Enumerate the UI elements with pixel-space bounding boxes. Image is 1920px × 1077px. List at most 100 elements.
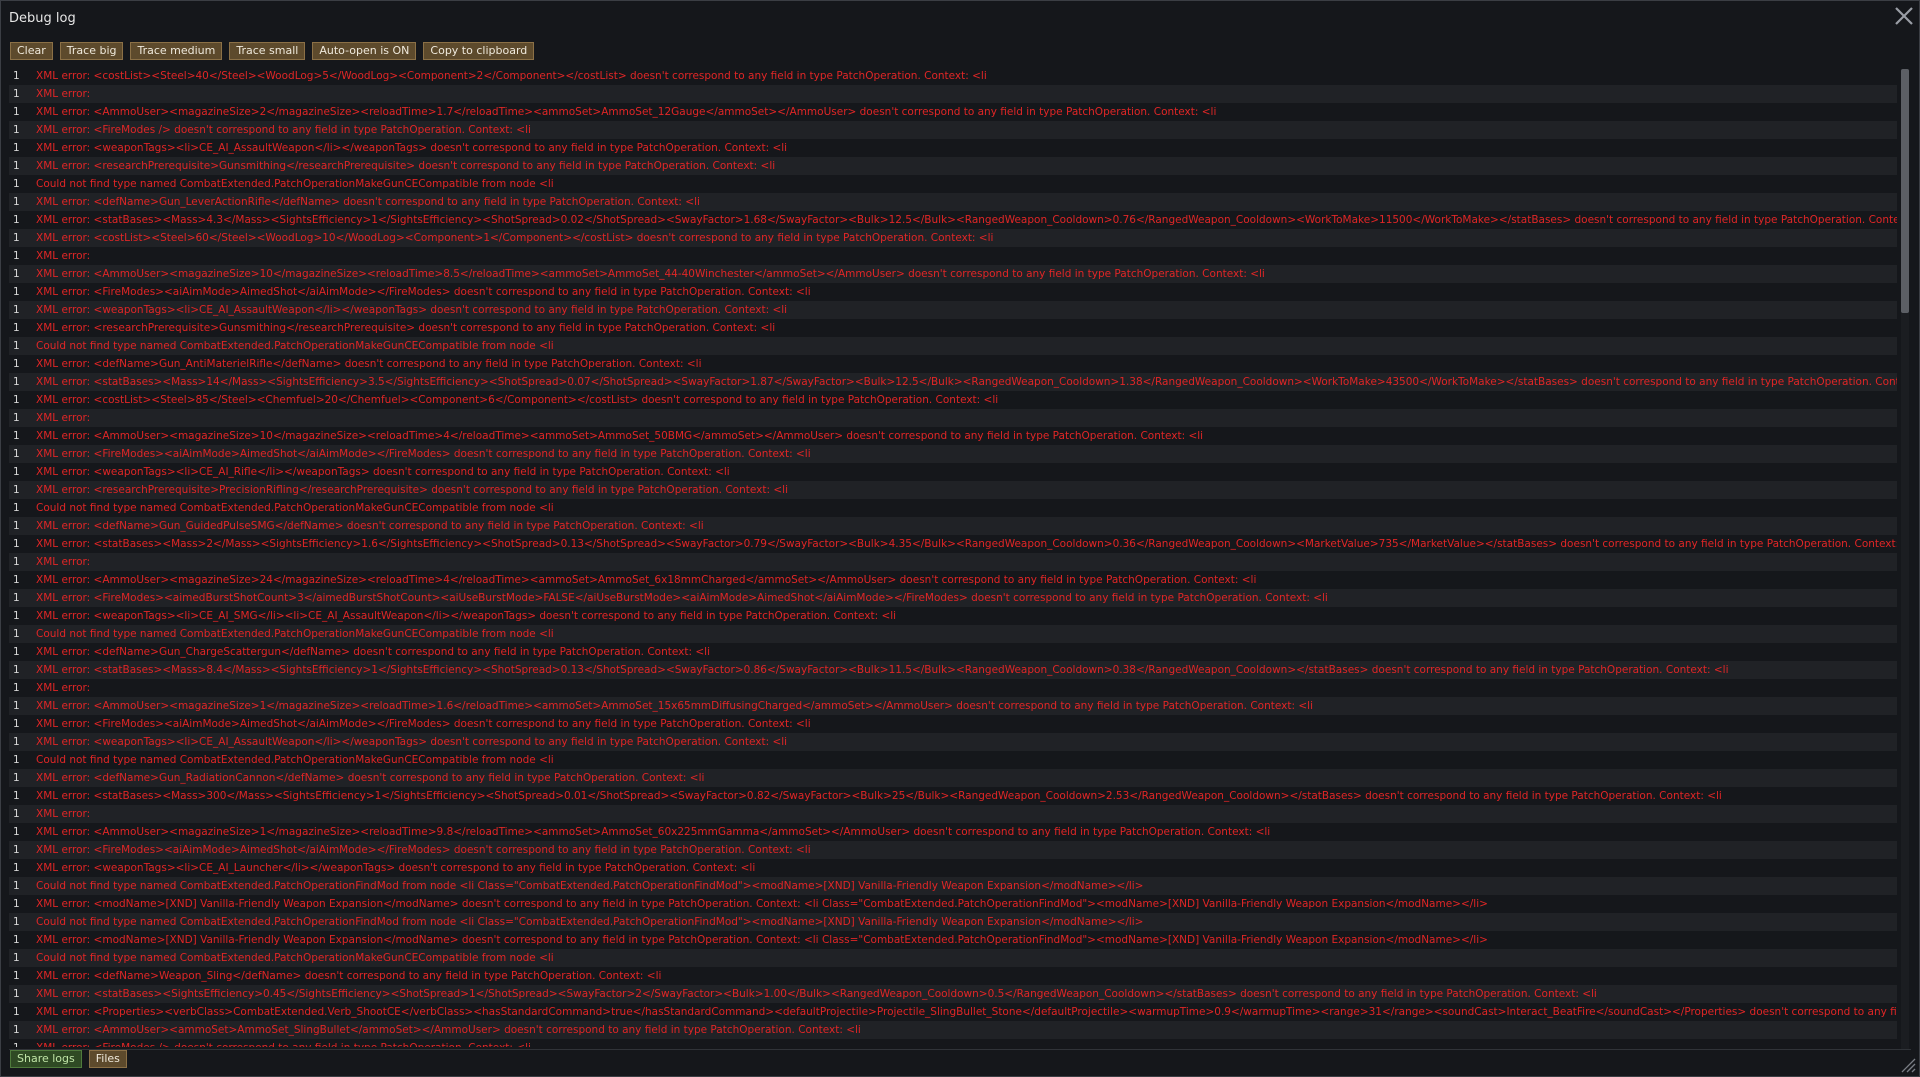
- log-count: 1: [13, 790, 20, 802]
- log-row[interactable]: 1 XML error:: [9, 85, 1897, 103]
- log-count: 1: [13, 304, 20, 316]
- log-row[interactable]: 1 XML error: <weaponTags><li>CE_AI_SMG</l…: [9, 607, 1897, 625]
- log-scrollbar[interactable]: [1901, 69, 1909, 1049]
- log-list[interactable]: 1 XML error: <costList><Steel>40</Steel><…: [9, 67, 1897, 1047]
- log-row[interactable]: 1 Could not find type named CombatExtende…: [9, 625, 1897, 643]
- divider: [9, 1049, 1911, 1050]
- log-row[interactable]: 1 XML error:: [9, 553, 1897, 571]
- close-button[interactable]: [1891, 3, 1917, 29]
- log-row[interactable]: 1 XML error: <researchPrerequisite>Gunsmi…: [9, 319, 1897, 337]
- scrollbar-thumb[interactable]: [1901, 69, 1909, 313]
- log-row[interactable]: 1 XML error: <weaponTags><li>CE_AI_Assaul…: [9, 733, 1897, 751]
- log-message: XML error:: [36, 412, 91, 424]
- log-message: XML error: <statBases><SightsEfficiency>…: [36, 988, 1597, 1000]
- log-row[interactable]: 1 XML error: <defName>Weapon_Sling</defNa…: [9, 967, 1897, 985]
- log-row[interactable]: 1 XML error: <costList><Steel>85</Steel><…: [9, 391, 1897, 409]
- log-row[interactable]: 1 XML error: <statBases><SightsEfficiency…: [9, 985, 1897, 1003]
- log-row[interactable]: 1 XML error: <defName>Gun_ChargeScattergu…: [9, 643, 1897, 661]
- log-row[interactable]: 1 XML error: <AmmoUser><magazineSize>1</m…: [9, 823, 1897, 841]
- log-row[interactable]: 1 XML error: <weaponTags><li>CE_AI_Rifle<…: [9, 463, 1897, 481]
- log-count: 1: [13, 178, 20, 190]
- log-row[interactable]: 1 XML error: <FireModes><aiAimMode>AimedS…: [9, 283, 1897, 301]
- log-count: 1: [13, 934, 20, 946]
- log-message: Could not find type named CombatExtended…: [36, 502, 554, 514]
- trace-medium-button[interactable]: Trace medium: [130, 42, 223, 60]
- log-row[interactable]: 1 Could not find type named CombatExtende…: [9, 337, 1897, 355]
- log-count: 1: [13, 970, 20, 982]
- trace-small-button[interactable]: Trace small: [229, 42, 306, 60]
- log-row[interactable]: 1 Could not find type named CombatExtende…: [9, 913, 1897, 931]
- log-message: XML error:: [36, 556, 91, 568]
- log-row[interactable]: 1 Could not find type named CombatExtende…: [9, 751, 1897, 769]
- log-message: XML error: <FireModes><aiAimMode>AimedSh…: [36, 844, 811, 856]
- log-message: XML error:: [36, 808, 91, 820]
- log-row[interactable]: 1 XML error: <costList><Steel>60</Steel><…: [9, 229, 1897, 247]
- log-count: 1: [13, 232, 20, 244]
- log-count: 1: [13, 106, 20, 118]
- log-row[interactable]: 1 XML error: <statBases><Mass>8.4</Mass><…: [9, 661, 1897, 679]
- log-row[interactable]: 1 Could not find type named CombatExtende…: [9, 877, 1897, 895]
- log-message: XML error: <FireModes><aiAimMode>AimedSh…: [36, 448, 811, 460]
- log-message: XML error: <AmmoUser><ammoSet>AmmoSet_Sl…: [36, 1024, 861, 1036]
- log-message: XML error: <weaponTags><li>CE_AI_Assault…: [36, 736, 788, 748]
- log-row[interactable]: 1 XML error: <Properties><verbClass>Comba…: [9, 1003, 1897, 1021]
- log-message: XML error: <modName>[XND] Vanilla-Friend…: [36, 934, 1488, 946]
- log-count: 1: [13, 610, 20, 622]
- log-message: XML error: <costList><Steel>40</Steel><W…: [36, 70, 987, 82]
- log-row[interactable]: 1 Could not find type named CombatExtende…: [9, 499, 1897, 517]
- log-row[interactable]: 1 XML error: <AmmoUser><magazineSize>10</…: [9, 427, 1897, 445]
- log-count: 1: [13, 124, 20, 136]
- log-row[interactable]: 1 XML error:: [9, 409, 1897, 427]
- auto-open-button[interactable]: Auto-open is ON: [312, 42, 417, 60]
- log-row[interactable]: 1 XML error: <statBases><Mass>300</Mass><…: [9, 787, 1897, 805]
- log-row[interactable]: 1 XML error: <weaponTags><li>CE_AI_Assaul…: [9, 301, 1897, 319]
- log-message: XML error: <AmmoUser><magazineSize>24</m…: [36, 574, 1257, 586]
- log-row[interactable]: 1 XML error: <costList><Steel>40</Steel><…: [9, 67, 1897, 85]
- log-row[interactable]: 1 XML error: <AmmoUser><magazineSize>2</m…: [9, 103, 1897, 121]
- log-row[interactable]: 1 XML error: <statBases><Mass>4.3</Mass><…: [9, 211, 1897, 229]
- log-row[interactable]: 1 XML error: <modName>[XND] Vanilla-Frien…: [9, 931, 1897, 949]
- log-message: XML error: <FireModes><aimedBurstShotCou…: [36, 592, 1328, 604]
- log-row[interactable]: 1 XML error: <statBases><Mass>14</Mass><S…: [9, 373, 1897, 391]
- log-count: 1: [13, 646, 20, 658]
- files-button[interactable]: Files: [88, 1050, 127, 1068]
- log-count: 1: [13, 484, 20, 496]
- log-row[interactable]: 1 XML error:: [9, 247, 1897, 265]
- log-row[interactable]: 1 XML error: <FireModes><aiAimMode>AimedS…: [9, 445, 1897, 463]
- resize-grip-icon[interactable]: [1900, 1057, 1916, 1073]
- copy-to-clipboard-button[interactable]: Copy to clipboard: [423, 42, 535, 60]
- log-row[interactable]: 1 XML error: <researchPrerequisite>Gunsmi…: [9, 157, 1897, 175]
- log-count: 1: [13, 394, 20, 406]
- log-row[interactable]: 1 XML error: <weaponTags><li>CE_AI_Assaul…: [9, 139, 1897, 157]
- log-row[interactable]: 1 XML error: <defName>Gun_LeverActionRifl…: [9, 193, 1897, 211]
- log-row[interactable]: 1 XML error: <defName>Gun_GuidedPulseSMG<…: [9, 517, 1897, 535]
- log-message: XML error: <AmmoUser><magazineSize>10</m…: [36, 430, 1204, 442]
- log-row[interactable]: 1 XML error: <FireModes><aiAimMode>AimedS…: [9, 841, 1897, 859]
- log-row[interactable]: 1 XML error: <modName>[XND] Vanilla-Frien…: [9, 895, 1897, 913]
- log-row[interactable]: 1 XML error: <AmmoUser><magazineSize>24</…: [9, 571, 1897, 589]
- log-row[interactable]: 1 Could not find type named CombatExtende…: [9, 175, 1897, 193]
- log-row[interactable]: 1 XML error: <researchPrerequisite>Precis…: [9, 481, 1897, 499]
- clear-button[interactable]: Clear: [10, 42, 53, 60]
- log-row[interactable]: 1 XML error: <AmmoUser><ammoSet>AmmoSet_S…: [9, 1021, 1897, 1039]
- log-count: 1: [13, 754, 20, 766]
- log-message: XML error: <weaponTags><li>CE_AI_SMG</li…: [36, 610, 897, 622]
- log-row[interactable]: 1XML error: <FireModes /> doesn't corres…: [9, 1039, 1897, 1047]
- log-message: XML error: <AmmoUser><magazineSize>1</ma…: [36, 700, 1313, 712]
- log-row[interactable]: 1 XML error: <statBases><Mass>2</Mass><Si…: [9, 535, 1897, 553]
- trace-big-button[interactable]: Trace big: [59, 42, 124, 60]
- log-row[interactable]: 1 XML error: <weaponTags><li>CE_AI_Launch…: [9, 859, 1897, 877]
- log-count: 1: [13, 808, 20, 820]
- share-logs-button[interactable]: Share logs: [10, 1050, 82, 1068]
- log-row[interactable]: 1XML error: <FireModes /> doesn't corres…: [9, 121, 1897, 139]
- log-row[interactable]: 1 XML error: <defName>Gun_AntiMaterielRif…: [9, 355, 1897, 373]
- log-row[interactable]: 1 XML error: <FireModes><aimedBurstShotCo…: [9, 589, 1897, 607]
- log-row[interactable]: 1 XML error: <AmmoUser><magazineSize>1</m…: [9, 697, 1897, 715]
- log-row[interactable]: 1 Could not find type named CombatExtende…: [9, 949, 1897, 967]
- log-message: XML error: <statBases><Mass>4.3</Mass><S…: [36, 214, 1897, 226]
- log-row[interactable]: 1 XML error: <FireModes><aiAimMode>AimedS…: [9, 715, 1897, 733]
- log-row[interactable]: 1 XML error:: [9, 805, 1897, 823]
- log-row[interactable]: 1 XML error: <defName>Gun_RadiationCannon…: [9, 769, 1897, 787]
- log-row[interactable]: 1 XML error:: [9, 679, 1897, 697]
- log-row[interactable]: 1 XML error: <AmmoUser><magazineSize>10</…: [9, 265, 1897, 283]
